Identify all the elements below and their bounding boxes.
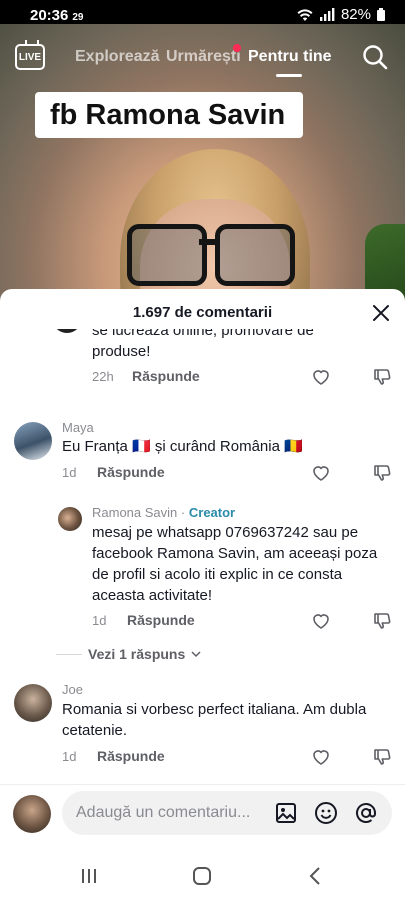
person-glasses bbox=[127, 224, 297, 286]
comment-username[interactable]: Ramona Savin · Creator bbox=[92, 505, 235, 520]
at-sign-icon[interactable] bbox=[354, 801, 378, 825]
comment-text: se lucreaza online, promovare de produse… bbox=[92, 329, 314, 360]
comment-item: Maya Eu Franța 🇫🇷 și curând România 🇷🇴 1… bbox=[0, 416, 405, 496]
image-icon[interactable] bbox=[274, 801, 298, 825]
signal-icon bbox=[319, 7, 335, 21]
comment-item: Joe Romania si vorbesc perfect italiana.… bbox=[0, 679, 405, 779]
battery-icon bbox=[377, 8, 385, 21]
network-speed: 29 bbox=[72, 12, 84, 23]
heart-outline-icon[interactable] bbox=[311, 747, 331, 767]
live-button[interactable]: LIVE bbox=[15, 44, 45, 70]
reply-button[interactable]: Răspunde bbox=[127, 612, 195, 628]
tab-for-you[interactable]: Pentru tine bbox=[248, 48, 332, 66]
comment-age: 1d bbox=[92, 613, 107, 628]
wifi-icon bbox=[297, 8, 313, 21]
comment-username[interactable]: Joe bbox=[62, 682, 83, 697]
comment-composer bbox=[0, 784, 405, 851]
recent-apps-icon[interactable] bbox=[77, 864, 101, 888]
comment-item: se lucreaza online, promovare de produse… bbox=[0, 329, 405, 409]
status-icons: 82% bbox=[297, 6, 385, 23]
avatar[interactable] bbox=[58, 507, 82, 531]
comment-age: 22h bbox=[92, 369, 114, 384]
live-label: LIVE bbox=[18, 51, 42, 63]
reply-button[interactable]: Răspunde bbox=[97, 464, 165, 480]
heart-outline-icon[interactable] bbox=[311, 611, 331, 631]
video-overlay-text: fb Ramona Savin bbox=[35, 92, 303, 138]
active-tab-indicator bbox=[276, 74, 302, 77]
battery-percent: 82% bbox=[340, 6, 371, 23]
thumbs-down-icon[interactable] bbox=[372, 463, 392, 483]
comments-count: 1.697 de comentarii bbox=[132, 304, 273, 321]
avatar[interactable] bbox=[14, 422, 52, 460]
comment-text: Romania si vorbesc perfect italiana. Am … bbox=[62, 701, 367, 739]
tab-following[interactable]: Urmărești bbox=[166, 48, 241, 66]
comment-text: Eu Franța 🇫🇷 și curând România 🇷🇴 bbox=[62, 438, 303, 455]
heart-outline-icon[interactable] bbox=[311, 367, 331, 387]
system-nav-bar bbox=[0, 850, 405, 900]
reply-button[interactable]: Răspunde bbox=[97, 748, 165, 764]
creator-badge: Creator bbox=[188, 505, 236, 520]
avatar[interactable] bbox=[14, 684, 52, 722]
following-notification-dot bbox=[233, 44, 241, 52]
comment-age: 1d bbox=[62, 749, 77, 764]
status-time: 20:36 29 bbox=[30, 7, 84, 24]
chevron-down-icon bbox=[191, 651, 201, 658]
comment-username[interactable]: Maya bbox=[62, 420, 94, 435]
my-avatar bbox=[13, 795, 51, 833]
comments-list[interactable]: se lucreaza online, promovare de produse… bbox=[0, 329, 405, 784]
comment-input[interactable] bbox=[62, 791, 392, 835]
comment-reply-item: Ramona Savin · Creator mesaj pe whatsapp… bbox=[0, 502, 405, 642]
view-replies-button[interactable]: Vezi 1 răspuns bbox=[56, 646, 201, 662]
thumbs-down-icon[interactable] bbox=[372, 747, 392, 767]
comments-sheet: 1.697 de comentarii se lucreaza online, … bbox=[0, 289, 405, 900]
comment-age: 1d bbox=[62, 465, 77, 480]
divider-line bbox=[56, 653, 82, 655]
emoji-icon[interactable] bbox=[314, 801, 338, 825]
comment-text: mesaj pe whatsapp 0769637242 sau pe face… bbox=[92, 524, 378, 604]
view-replies-label: Vezi 1 răspuns bbox=[88, 646, 186, 662]
thumbs-down-icon[interactable] bbox=[372, 611, 392, 631]
search-icon[interactable] bbox=[362, 44, 388, 70]
heart-outline-icon[interactable] bbox=[311, 463, 331, 483]
reply-button[interactable]: Răspunde bbox=[132, 368, 200, 384]
thumbs-down-icon[interactable] bbox=[372, 367, 392, 387]
home-icon[interactable] bbox=[190, 864, 214, 888]
avatar[interactable] bbox=[52, 329, 82, 333]
top-navigation: LIVE Explorează Urmărești Pentru tine bbox=[0, 44, 405, 77]
close-icon[interactable] bbox=[371, 303, 391, 323]
tab-explore[interactable]: Explorează bbox=[75, 48, 159, 66]
back-icon[interactable] bbox=[304, 864, 328, 888]
